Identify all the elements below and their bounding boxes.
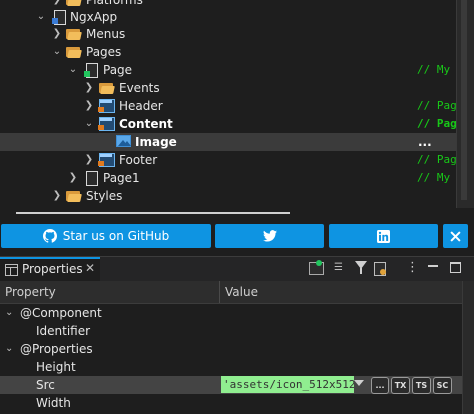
sc-button[interactable]: SC (433, 377, 452, 394)
tree-item-label: Events (119, 81, 160, 95)
property-label: @Properties (20, 342, 93, 356)
image-icon (116, 135, 131, 149)
tree-item-header[interactable]: ❯ Header // Page (0, 97, 463, 115)
tree-item-label: Header (119, 99, 163, 113)
chevron-down-icon[interactable]: ⌄ (5, 304, 15, 322)
chevron-right-icon[interactable]: ❯ (68, 169, 78, 187)
tree-item-pages[interactable]: ⌄ Pages (0, 43, 456, 61)
chevron-right-icon[interactable]: ❯ (52, 25, 62, 43)
tree-item-page[interactable]: ⌄ Page // My I (0, 61, 463, 79)
github-icon (42, 229, 57, 243)
folder-open-icon (66, 45, 82, 59)
tree-item-styles[interactable]: ❯ Styles (0, 187, 456, 205)
dropdown-arrow-icon[interactable] (354, 380, 364, 386)
page-icon (84, 171, 99, 186)
tree-vertical-scroll-thumb[interactable] (461, 0, 467, 200)
property-label: Src (36, 378, 55, 392)
twitter-icon (262, 230, 277, 242)
chevron-right-icon[interactable]: ❯ (84, 151, 94, 169)
property-row-width[interactable]: Width (0, 394, 462, 412)
folder-icon (99, 81, 115, 95)
chevron-down-icon[interactable]: ⌄ (36, 8, 46, 26)
tree-item-label: Pages (86, 45, 122, 59)
column-header-property[interactable]: Property (5, 285, 56, 299)
chevron-down-icon[interactable]: ⌄ (5, 340, 15, 358)
close-tab-icon[interactable]: ✕ (85, 261, 95, 275)
twitter-button[interactable] (215, 224, 324, 248)
component-icon (98, 117, 115, 131)
folder-icon (66, 27, 82, 41)
tree-item-label: Footer (119, 153, 158, 167)
property-row-identifier[interactable]: Identifier (0, 322, 462, 340)
tree-horizontal-scroll-thumb[interactable] (16, 212, 290, 214)
property-group-component[interactable]: ⌄ @Component (0, 304, 462, 322)
project-tree: ❯ Platforms ⌄ NgxApp ❯ Menus ⌄ Pages ⌄ P… (0, 0, 474, 222)
tx-button[interactable]: TX (391, 377, 410, 394)
document-settings-icon[interactable] (374, 262, 386, 276)
column-separator[interactable] (219, 281, 220, 303)
linkedin-button[interactable] (329, 224, 438, 248)
tab-properties-label: Properties (22, 262, 83, 276)
tree-item-menus[interactable]: ❯ Menus (0, 25, 456, 43)
tree-item-value: ... (418, 135, 432, 149)
browse-button[interactable]: ... (371, 377, 389, 394)
maximize-icon[interactable] (450, 262, 461, 273)
property-label: @Component (20, 306, 102, 320)
src-value-input[interactable]: 'assets/icon_512x512.png' (221, 376, 354, 393)
property-label: Width (36, 396, 71, 410)
tree-item-content[interactable]: ⌄ Content // Page (0, 115, 463, 133)
chevron-down-icon[interactable]: ⌄ (52, 43, 62, 61)
ts-button[interactable]: TS (412, 377, 431, 394)
tab-properties[interactable]: Properties ✕ (0, 257, 100, 281)
property-row-height[interactable]: Height (0, 358, 462, 376)
tree-item-page1[interactable]: ❯ Page1 // My I (0, 169, 463, 187)
tree-item-label: NgxApp (70, 10, 118, 24)
chevron-down-icon[interactable]: ⌄ (84, 115, 94, 133)
properties-view-icon (5, 264, 18, 276)
property-label: Height (36, 360, 76, 374)
tree-item-ngxapp[interactable]: ⌄ NgxApp (0, 8, 456, 26)
chevron-right-icon[interactable]: ❯ (84, 97, 94, 115)
close-icon (450, 230, 461, 242)
tree-item-label: Menus (86, 27, 126, 41)
tree-item-image[interactable]: Image ... (0, 133, 456, 151)
github-star-label: Star us on GitHub (62, 229, 170, 243)
tree-item-label: Image (135, 135, 177, 149)
column-header-value[interactable]: Value (225, 285, 258, 299)
chevron-right-icon[interactable]: ❯ (52, 187, 62, 205)
property-group-properties[interactable]: ⌄ @Properties (0, 340, 462, 358)
minimize-icon[interactable] (428, 265, 438, 267)
component-icon (98, 153, 115, 167)
property-label: Identifier (36, 324, 91, 338)
filter-icon-stem (360, 268, 362, 274)
tree-item-label: Page1 (103, 171, 140, 185)
view-menu-icon[interactable]: ⋮ (406, 261, 419, 274)
chevron-down-icon[interactable]: ⌄ (68, 61, 78, 79)
properties-vertical-scrollbar[interactable] (462, 281, 474, 414)
app-icon (52, 10, 67, 25)
linkedin-icon (377, 229, 390, 243)
page-icon (84, 63, 99, 78)
folder-icon (66, 0, 82, 7)
new-window-icon[interactable] (309, 260, 324, 275)
github-star-button[interactable]: Star us on GitHub (1, 224, 211, 248)
tree-item-label: Styles (86, 189, 123, 203)
chevron-right-icon[interactable]: ❯ (84, 79, 94, 97)
tree-item-events[interactable]: ❯ Events (0, 79, 456, 97)
properties-table-header: Property Value (0, 281, 462, 304)
tree-item-label: Content (119, 117, 173, 131)
folder-icon (66, 189, 82, 203)
close-bar-button[interactable] (443, 224, 468, 248)
component-icon (98, 99, 115, 113)
tree-item-footer[interactable]: ❯ Footer // Page (0, 151, 463, 169)
tree-list-icon[interactable]: ☰ (334, 262, 348, 274)
tree-item-label: Page (103, 63, 133, 77)
